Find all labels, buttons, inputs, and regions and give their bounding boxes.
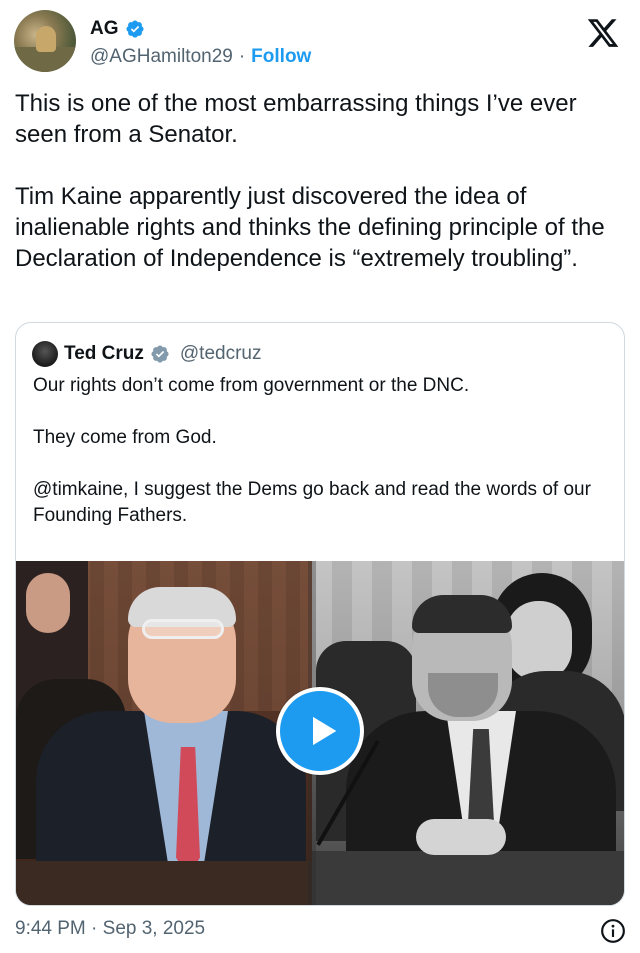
quoted-tweet-header: Ted Cruz @tedcruz [32, 341, 261, 367]
quoted-author-avatar[interactable] [32, 341, 58, 367]
video-desk-left [16, 861, 312, 905]
quoted-paragraph: Our rights don’t come from government or… [33, 375, 470, 396]
tweet-footer: 9:44 PM · Sep 3, 2025 [15, 918, 626, 944]
author-name-row: AG [90, 18, 145, 40]
play-icon [313, 716, 337, 746]
video-background-face [26, 573, 70, 633]
quoted-tweet[interactable]: Ted Cruz @tedcruz Our rights don’t come … [15, 322, 625, 906]
quoted-author-handle[interactable]: @tedcruz [180, 343, 262, 365]
quoted-paragraph: They come from God. [33, 427, 217, 448]
author-display-name[interactable]: AG [90, 18, 119, 40]
video-speaker-right-hands [416, 819, 506, 855]
quoted-paragraph: @timkaine, I suggest the Dems go back an… [33, 479, 591, 526]
tweet-timestamp[interactable]: 9:44 PM · Sep 3, 2025 [15, 918, 205, 940]
tweet-paragraph: Tim Kaine apparently just discovered the… [15, 183, 605, 272]
author-handle-row: @AGHamilton29 · Follow [90, 46, 311, 68]
video-player[interactable] [16, 561, 624, 905]
tweet-paragraph: This is one of the most embarrassing thi… [15, 90, 577, 148]
info-icon[interactable] [600, 918, 626, 944]
video-speaker-right-hair [412, 595, 512, 633]
verified-badge-icon [151, 345, 169, 363]
quoted-tweet-text: Our rights don’t come from government or… [33, 373, 613, 529]
video-desk-right [312, 851, 624, 905]
handle-separator: · [238, 46, 246, 67]
video-background-woman-face [506, 601, 572, 681]
avatar-figure [36, 26, 56, 52]
author-avatar[interactable] [14, 10, 76, 72]
tweet-header: AG @AGHamilton29 · Follow [14, 10, 626, 76]
verified-badge-icon [125, 20, 144, 38]
play-button[interactable] [276, 687, 364, 775]
follow-button[interactable]: Follow [251, 46, 311, 68]
author-handle[interactable]: @AGHamilton29 [90, 46, 233, 68]
tweet-text: This is one of the most embarrassing thi… [15, 88, 630, 274]
video-speaker-left-glasses [142, 619, 224, 639]
quoted-author-name[interactable]: Ted Cruz [64, 343, 144, 365]
x-logo-icon[interactable] [586, 16, 620, 50]
